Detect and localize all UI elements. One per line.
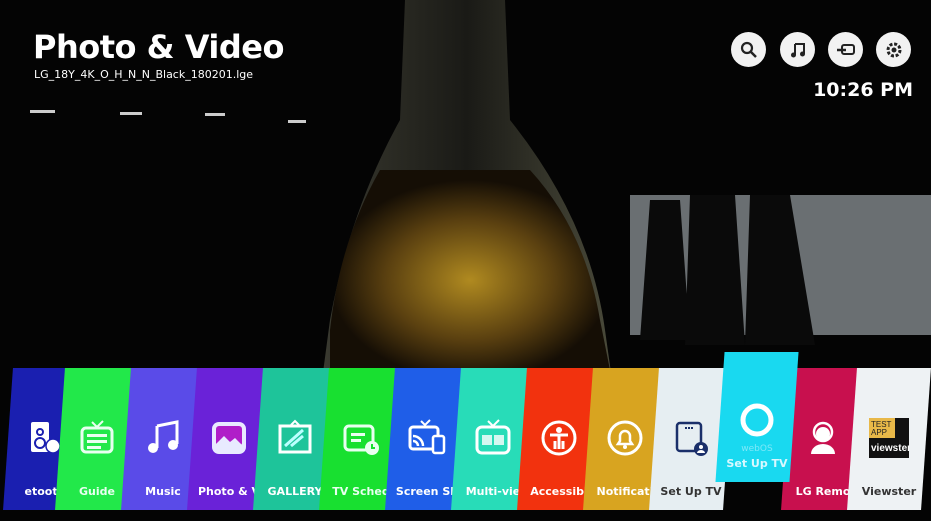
launcher-tile-viewster[interactable]: TEST APP viewster Viewster — [847, 368, 931, 510]
clock: 10:26 PM — [813, 79, 913, 101]
svg-text:APP: APP — [871, 428, 887, 437]
multi-view-icon — [475, 419, 511, 455]
svg-text:viewster: viewster — [871, 443, 909, 454]
search-button[interactable] — [731, 32, 766, 67]
tile-label: Set Up TV — [726, 457, 788, 470]
notification-bell-icon — [607, 420, 643, 456]
tv-guide-icon — [80, 420, 114, 454]
input-button[interactable] — [828, 32, 863, 67]
page-title: Photo & Video — [33, 28, 284, 66]
tile-label: Viewster — [861, 485, 917, 498]
setup-tv-icon — [675, 421, 708, 456]
tv-schedule-icon — [343, 424, 379, 455]
photo-icon — [212, 422, 246, 454]
lg-remote-service-icon — [811, 421, 835, 454]
accessibility-icon — [541, 420, 577, 456]
screen-share-icon — [408, 419, 446, 455]
input-icon — [836, 43, 855, 55]
launcher-tile-set-up-tv[interactable]: webOS Set Up TV — [715, 352, 799, 482]
search-icon — [740, 41, 757, 58]
gallery-icon — [278, 419, 312, 454]
alexa-icon — [740, 403, 774, 437]
settings-icon — [886, 42, 901, 57]
viewster-logo-icon: TESTAPPviewster — [869, 418, 909, 458]
firmware-label: LG_18Y_4K_O_H_N_N_Black_180201.lge — [34, 68, 254, 81]
music-icon — [790, 42, 805, 57]
tile-label: Set Up TV — [660, 485, 722, 498]
webos-badge: webOS — [741, 444, 773, 454]
music-button[interactable] — [780, 32, 815, 67]
settings-button[interactable] — [876, 32, 911, 67]
music-note-icon — [148, 420, 179, 453]
